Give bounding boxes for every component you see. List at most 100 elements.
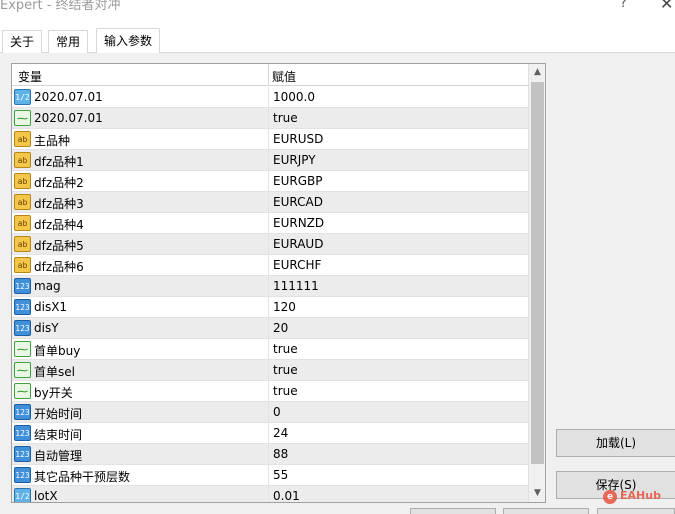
scroll-up-icon[interactable]: ▲ [529, 64, 545, 81]
string-type-icon: ab [14, 152, 31, 168]
parameter-value[interactable]: 88 [273, 447, 288, 461]
tab-about[interactable]: 关于 [2, 30, 43, 53]
parameters-grid[interactable]: 变量 赋值 1/2 2020.07.01 1000.0 ⁓ 2020.07.01 true… [11, 63, 546, 503]
boolean-type-icon: ⁓ [14, 383, 31, 399]
parameter-value[interactable]: 120 [273, 300, 296, 314]
bottom-button-3[interactable] [597, 508, 675, 514]
integer-type-icon: 123 [14, 446, 31, 462]
parameter-name: 开始时间 [34, 407, 83, 421]
parameter-row[interactable]: ⁓ 首单sel true [12, 360, 528, 381]
parameter-name: 首单sel [34, 365, 75, 379]
bottom-button-1[interactable] [410, 508, 496, 514]
parameter-row[interactable]: ⁓ by开关 true [12, 381, 528, 402]
parameter-value[interactable]: 55 [273, 468, 288, 482]
close-button[interactable]: ✕ [660, 0, 673, 13]
cell-divider [268, 297, 269, 318]
parameter-value[interactable]: EURNZD [273, 216, 324, 230]
parameter-value[interactable]: true [273, 342, 298, 356]
parameter-name: disX1 [34, 300, 68, 314]
parameter-name: by开关 [34, 386, 73, 400]
cell-divider [268, 171, 269, 192]
cell-divider [268, 423, 269, 444]
eahub-watermark-text: EAHub [620, 489, 661, 502]
tab-inputs[interactable]: 输入参数 [96, 28, 161, 54]
parameter-row[interactable]: ab dfz品种4 EURNZD [12, 213, 528, 234]
double-type-icon: 1/2 [14, 89, 31, 105]
cell-divider [268, 318, 269, 339]
parameter-name: dfz品种5 [34, 239, 84, 253]
parameter-row[interactable]: 123 结束时间 24 [12, 423, 528, 444]
column-divider[interactable] [268, 64, 269, 86]
integer-type-icon: 123 [14, 425, 31, 441]
parameter-row[interactable]: ab dfz品种6 EURCHF [12, 255, 528, 276]
parameter-row[interactable]: ab 主品种 EURUSD [12, 129, 528, 150]
parameter-row[interactable]: 1/2 lotX 0.01 [12, 486, 528, 503]
scroll-down-icon[interactable]: ▼ [529, 485, 545, 502]
grid-header: 变量 赋值 [12, 64, 528, 86]
bottom-button-2[interactable] [503, 508, 589, 514]
parameter-value[interactable]: 0 [273, 405, 281, 419]
parameter-name: 2020.07.01 [34, 90, 103, 104]
vertical-scrollbar[interactable]: ▲ ▼ [528, 64, 545, 502]
tab-common[interactable]: 常用 [48, 30, 89, 53]
title-bar: Expert - 终结者对冲 ? ✕ [0, 0, 675, 22]
column-header-value[interactable]: 赋值 [272, 68, 296, 85]
cell-divider [268, 339, 269, 360]
help-button[interactable]: ? [620, 0, 627, 11]
parameter-row[interactable]: 123 开始时间 0 [12, 402, 528, 423]
cell-divider [268, 129, 269, 150]
parameter-value[interactable]: EURJPY [273, 153, 316, 167]
parameter-row[interactable]: 123 自动管理 88 [12, 444, 528, 465]
cell-divider [268, 402, 269, 423]
parameter-row[interactable]: ab dfz品种3 EURCAD [12, 192, 528, 213]
scroll-thumb[interactable] [531, 82, 544, 464]
parameter-name: 主品种 [34, 134, 71, 148]
parameter-value[interactable]: EURCAD [273, 195, 323, 209]
cell-divider [268, 486, 269, 502]
string-type-icon: ab [14, 131, 31, 147]
parameter-value[interactable]: 0.01 [273, 489, 300, 502]
double-type-icon: 1/2 [14, 488, 31, 502]
load-button[interactable]: 加载(L) [556, 429, 675, 457]
parameter-value[interactable]: 1000.0 [273, 90, 315, 104]
string-type-icon: ab [14, 257, 31, 273]
parameter-name: dfz品种4 [34, 218, 84, 232]
integer-type-icon: 123 [14, 299, 31, 315]
string-type-icon: ab [14, 173, 31, 189]
parameter-row[interactable]: ⁓ 2020.07.01 true [12, 108, 528, 129]
parameter-value[interactable]: 24 [273, 426, 288, 440]
string-type-icon: ab [14, 194, 31, 210]
parameter-row[interactable]: ab dfz品种2 EURGBP [12, 171, 528, 192]
parameter-row[interactable]: 123 mag 111111 [12, 276, 528, 297]
column-header-variable[interactable]: 变量 [18, 68, 42, 85]
parameter-value[interactable]: EURUSD [273, 132, 323, 146]
parameter-value[interactable]: true [273, 384, 298, 398]
parameter-value[interactable]: true [273, 363, 298, 377]
parameter-name: disY [34, 321, 59, 335]
boolean-type-icon: ⁓ [14, 110, 31, 126]
parameter-value[interactable]: EURGBP [273, 174, 322, 188]
parameter-row[interactable]: ⁓ 首单buy true [12, 339, 528, 360]
cell-divider [268, 255, 269, 276]
parameter-value[interactable]: 20 [273, 321, 288, 335]
parameter-value[interactable]: true [273, 111, 298, 125]
parameter-name: lotX [34, 489, 58, 503]
parameter-name: dfz品种6 [34, 260, 84, 274]
parameter-row[interactable]: ab dfz品种5 EURAUD [12, 234, 528, 255]
parameter-value[interactable]: EURCHF [273, 258, 321, 272]
parameter-row[interactable]: 1/2 2020.07.01 1000.0 [12, 87, 528, 108]
parameter-row[interactable]: ab dfz品种1 EURJPY [12, 150, 528, 171]
parameter-value[interactable]: 111111 [273, 279, 319, 293]
integer-type-icon: 123 [14, 320, 31, 336]
window-title: Expert - 终结者对冲 [0, 0, 121, 13]
parameter-row[interactable]: 123 disY 20 [12, 318, 528, 339]
parameter-row[interactable]: 123 其它品种干预层数 55 [12, 465, 528, 486]
parameter-name: dfz品种1 [34, 155, 84, 169]
eahub-watermark: e EAHub [603, 489, 661, 504]
integer-type-icon: 123 [14, 467, 31, 483]
grid-rows: 1/2 2020.07.01 1000.0 ⁓ 2020.07.01 true ab 主品种 E… [12, 87, 528, 503]
parameter-row[interactable]: 123 disX1 120 [12, 297, 528, 318]
parameter-name: 结束时间 [34, 428, 83, 442]
string-type-icon: ab [14, 236, 31, 252]
parameter-value[interactable]: EURAUD [273, 237, 323, 251]
